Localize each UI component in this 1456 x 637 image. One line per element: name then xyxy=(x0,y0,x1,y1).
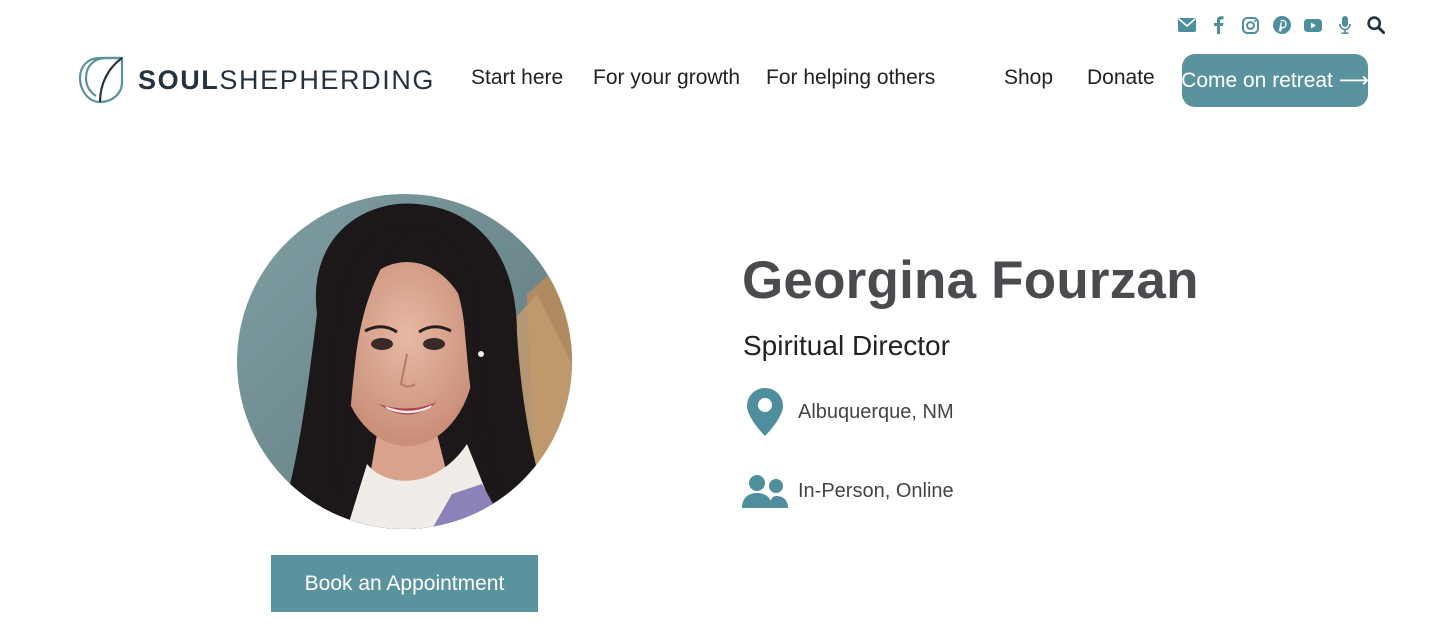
brand-name-light: SHEPHERDING xyxy=(219,64,436,95)
nav-donate[interactable]: Donate xyxy=(1087,66,1155,90)
youtube-icon[interactable] xyxy=(1302,14,1324,36)
profile-name: Georgina Fourzan xyxy=(742,251,1199,310)
brand-name: SOULSHEPHERDING xyxy=(138,65,435,96)
facebook-icon[interactable] xyxy=(1208,14,1230,36)
session-types-text: In-Person, Online xyxy=(798,479,954,502)
nav-for-helping-others[interactable]: For helping others xyxy=(766,66,935,90)
brand-logo[interactable]: SOULSHEPHERDING xyxy=(76,54,435,106)
location-row: Albuquerque, NM xyxy=(742,388,954,436)
map-pin-icon xyxy=(742,388,788,436)
location-text: Albuquerque, NM xyxy=(798,400,954,423)
social-bar xyxy=(1176,14,1397,36)
session-types-row: In-Person, Online xyxy=(742,474,954,508)
book-appointment-button[interactable]: Book an Appointment xyxy=(271,555,538,612)
envelope-icon[interactable] xyxy=(1176,14,1198,36)
brand-name-bold: SOUL xyxy=(138,64,220,95)
come-on-retreat-button[interactable]: Come on retreat ⟶ xyxy=(1181,54,1369,107)
profile-photo xyxy=(237,194,572,529)
microphone-icon[interactable] xyxy=(1334,14,1356,36)
search-icon[interactable] xyxy=(1365,14,1387,36)
nav-start-here[interactable]: Start here xyxy=(471,66,563,90)
profile-role: Spiritual Director xyxy=(743,330,950,361)
pinterest-icon[interactable] xyxy=(1271,14,1293,36)
instagram-icon[interactable] xyxy=(1239,14,1261,36)
leaf-logo-icon xyxy=(78,56,124,104)
users-icon xyxy=(742,474,788,508)
nav-shop[interactable]: Shop xyxy=(1004,66,1053,90)
nav-for-your-growth[interactable]: For your growth xyxy=(593,66,740,90)
